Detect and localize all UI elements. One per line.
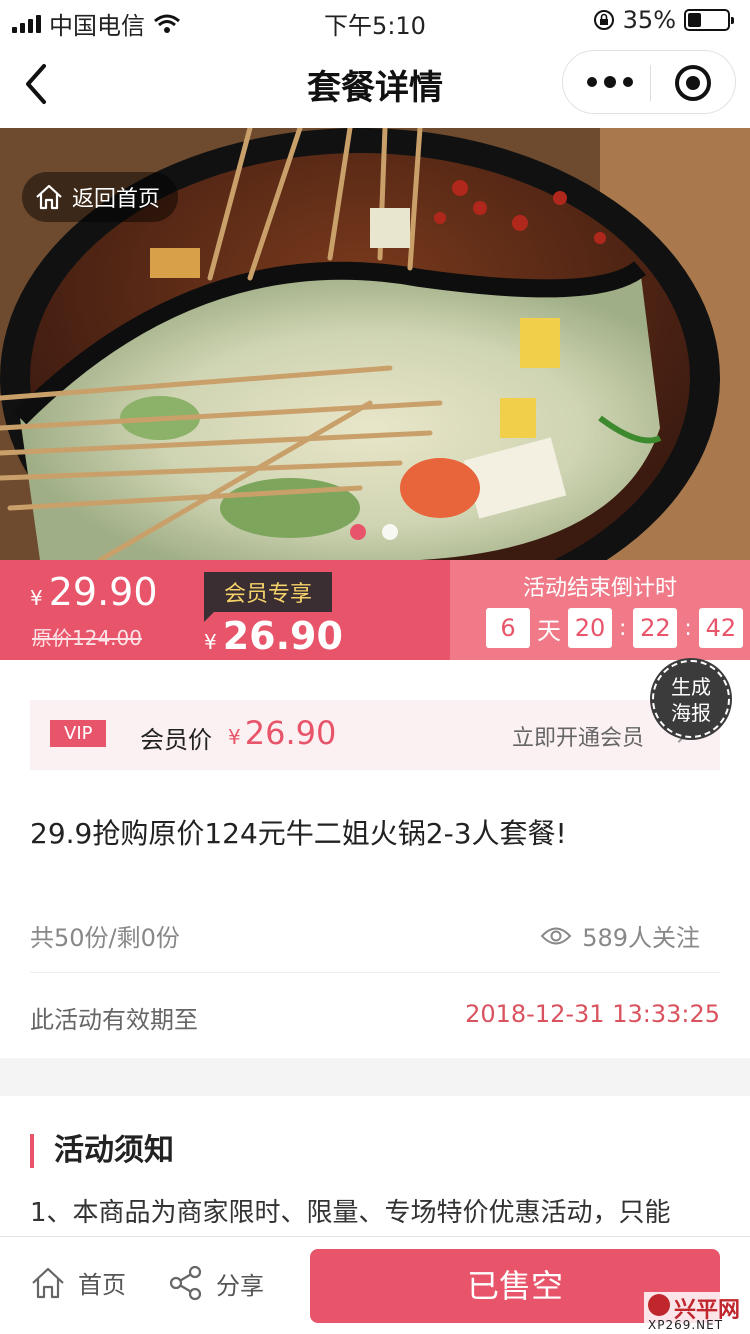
nav-bar: 套餐详情: [0, 40, 750, 128]
share-icon: [169, 1265, 202, 1301]
miniprogram-capsule: [562, 50, 736, 114]
member-currency-symbol: ¥: [204, 630, 217, 654]
countdown-hours: 20: [568, 608, 612, 648]
eye-icon: [540, 927, 572, 944]
page: 中国电信 下午5:10 35% 套餐详情 返回首页 ¥ 29.90 原价124.…: [0, 0, 750, 1334]
capsule-divider: [650, 65, 651, 101]
vip-price-value: 26.90: [244, 714, 337, 752]
views-info: 589人关注: [540, 918, 700, 953]
tab-home[interactable]: 首页: [30, 1265, 126, 1300]
site-watermark: 兴平网 XP269.NET: [644, 1292, 750, 1334]
status-bar: 中国电信 下午5:10 35%: [0, 0, 750, 40]
notice-text: 1、本商品为商家限时、限量、专场特价优惠活动，只能: [30, 1198, 671, 1228]
notice-title: 活动须知: [30, 1134, 174, 1168]
carousel-dots: [350, 524, 398, 540]
currency-symbol: ¥: [30, 586, 43, 610]
vip-badge: VIP: [50, 720, 107, 747]
current-price-value: 29.90: [48, 570, 158, 614]
validity-date: 2018-12-31 13:33:25: [465, 1000, 720, 1028]
member-price: ¥26.90: [204, 614, 343, 658]
member-exclusive-tag: 会员专享: [204, 572, 333, 622]
tab-share-label: 分享: [216, 1271, 264, 1300]
countdown-seconds: 42: [698, 608, 743, 648]
price-bar: ¥29.90 原价124.00 会员专享 ¥26.90 活动结束倒计时 6 天 …: [0, 560, 750, 660]
battery-percent: 35%: [622, 6, 676, 34]
countdown-day-unit: 天: [537, 616, 561, 645]
countdown-days: 6: [486, 608, 530, 648]
watermark-logo-icon: [648, 1294, 670, 1316]
current-price: ¥29.90: [30, 570, 158, 614]
poster-label-line1: 生成: [671, 675, 711, 699]
back-home-button[interactable]: 返回首页: [22, 172, 179, 222]
rotation-lock-icon: [593, 10, 614, 30]
tab-home-label: 首页: [78, 1271, 126, 1299]
more-icon[interactable]: [587, 76, 633, 88]
home-icon: [32, 1267, 64, 1298]
carousel-dot-active[interactable]: [350, 524, 366, 540]
countdown-separator: :: [619, 615, 627, 641]
member-price-value: 26.90: [222, 614, 343, 658]
section-gap: [0, 1058, 750, 1096]
carousel-dot[interactable]: [382, 524, 398, 540]
views-count: 589人关注: [582, 924, 700, 952]
divider: [30, 972, 720, 973]
countdown-title: 活动结束倒计时: [522, 576, 677, 601]
validity-label: 此活动有效期至: [30, 1006, 198, 1034]
countdown-minutes: 22: [633, 608, 678, 648]
generate-poster-button[interactable]: 生成 海报: [652, 660, 730, 738]
status-right: 35%: [593, 6, 734, 34]
vip-price-row[interactable]: VIP 会员价 ¥26.90 立即开通会员: [30, 700, 720, 770]
product-title: 29.9抢购原价124元牛二姐火锅2-3人套餐!: [30, 817, 567, 850]
countdown-separator: :: [684, 615, 692, 641]
back-home-label: 返回首页: [72, 187, 161, 212]
watermark-en: XP269.NET: [648, 1318, 724, 1332]
poster-label-line2: 海报: [671, 701, 711, 725]
original-price: 原价124.00: [32, 626, 142, 650]
home-icon: [36, 184, 62, 210]
close-miniprogram-icon[interactable]: [675, 65, 711, 101]
open-membership-link[interactable]: 立即开通会员: [512, 720, 644, 752]
bottom-tab-bar: 首页 分享 已售空: [0, 1236, 750, 1334]
stock-info: 共50份/剩0份: [30, 924, 180, 952]
tab-share[interactable]: 分享: [168, 1265, 264, 1301]
countdown-panel: 活动结束倒计时 6 天 20 : 22 : 42: [450, 560, 750, 660]
product-image-carousel[interactable]: 返回首页: [0, 128, 750, 560]
battery-icon: [684, 9, 734, 31]
vip-price: ¥26.90: [228, 714, 336, 752]
vip-currency-symbol: ¥: [228, 725, 241, 749]
vip-price-label: 会员价: [140, 726, 212, 754]
countdown-timer: 6 天 20 : 22 : 42: [486, 608, 743, 648]
